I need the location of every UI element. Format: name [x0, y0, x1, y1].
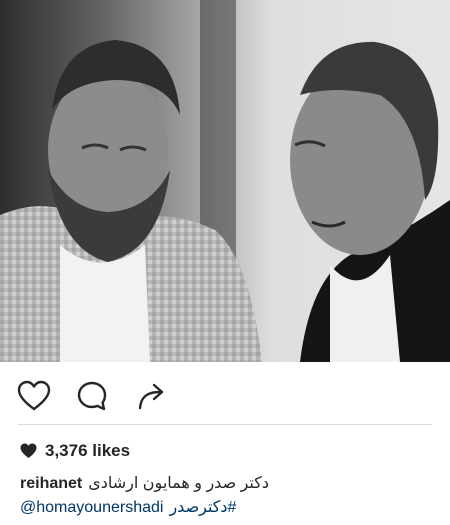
- likes-text: 3,376 likes: [45, 441, 131, 460]
- heart-outline-icon: [17, 380, 51, 411]
- comment-bubble-icon: [77, 381, 107, 411]
- username-link[interactable]: reihanet: [20, 472, 82, 496]
- heart-filled-icon: [20, 443, 37, 459]
- post-actions-bar: [0, 372, 450, 420]
- share-button[interactable]: [134, 378, 170, 414]
- caption-text: دکتر صدر و همایون ارشادی: [88, 475, 269, 492]
- likes-count[interactable]: 3,376 likes: [20, 439, 130, 463]
- mention-link[interactable]: @homayounershadi: [20, 496, 163, 520]
- like-button[interactable]: [16, 378, 52, 414]
- caption: reihanet دکتر صدر و همایون ارشادی @homay…: [20, 472, 440, 520]
- post-photo[interactable]: [0, 0, 450, 362]
- photo-illustration: [0, 0, 450, 362]
- comment-button[interactable]: [74, 378, 110, 414]
- share-arrow-icon: [138, 383, 164, 410]
- divider: [18, 424, 432, 425]
- hashtag-link[interactable]: #دکترصدر: [169, 496, 236, 520]
